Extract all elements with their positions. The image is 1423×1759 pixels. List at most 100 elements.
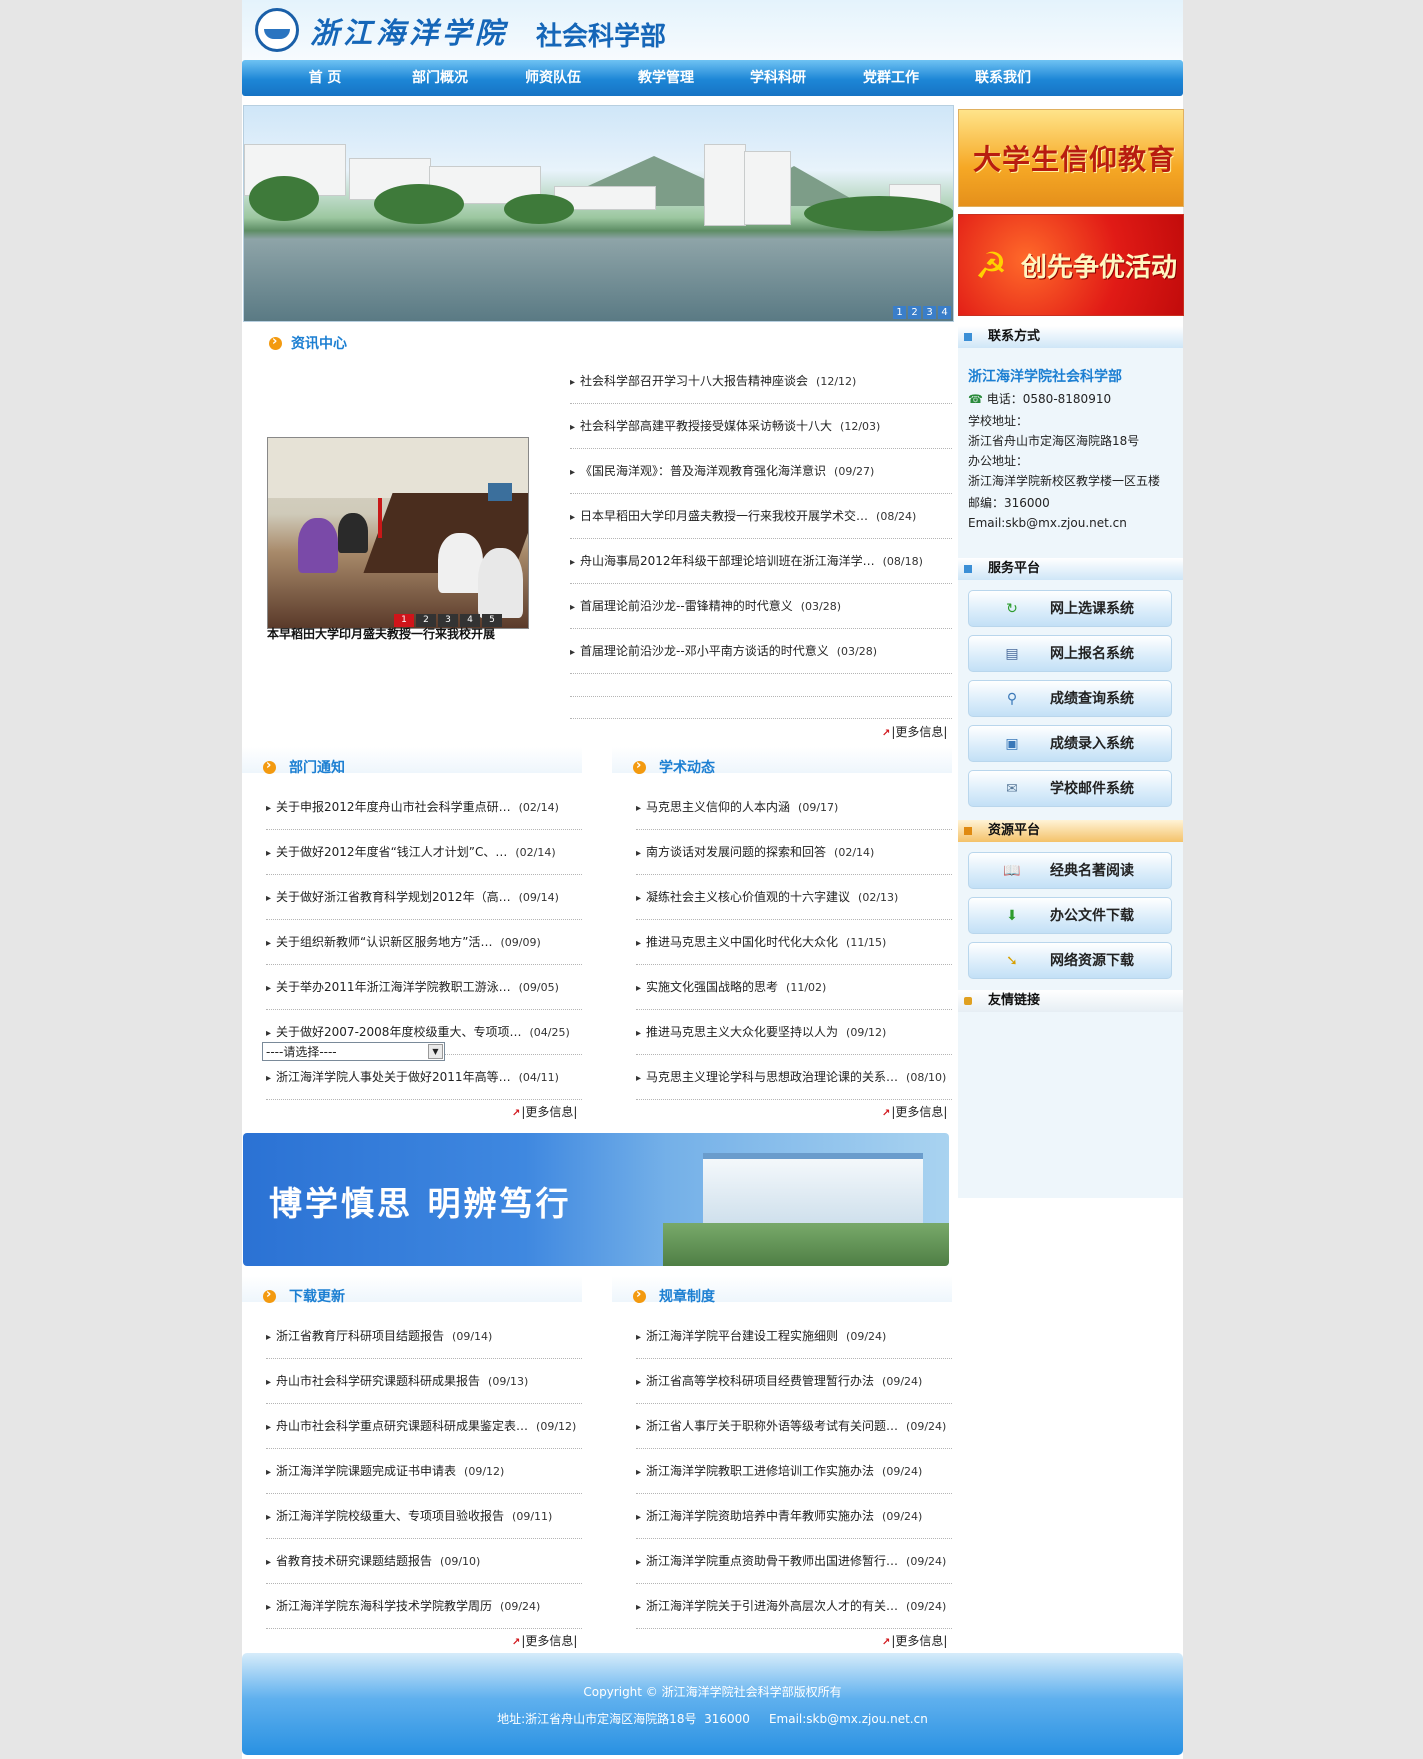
news-item[interactable]: 社会科学部高建平教授接受媒体采访畅谈十八大(12/03) bbox=[570, 404, 952, 449]
online-registration-button[interactable]: ▤ 网上报名系统 bbox=[968, 635, 1172, 672]
resources-header: 资源平台 bbox=[958, 820, 1183, 842]
rules-more-link[interactable]: |更多信息| bbox=[882, 1632, 947, 1649]
banner-page-3[interactable]: 3 bbox=[923, 306, 936, 319]
arrow-icon: ➘ bbox=[1006, 953, 1018, 969]
site-footer: Copyright © 浙江海洋学院社会科学部版权所有 地址:浙江省舟山市定海区… bbox=[242, 1653, 1183, 1755]
news-photo-page-4[interactable]: 4 bbox=[460, 614, 480, 627]
course-selection-button[interactable]: ↻ 网上选课系统 bbox=[968, 590, 1172, 627]
notice-item[interactable]: 关于做好浙江省教育科学规划2012年（高…(09/14) bbox=[266, 875, 582, 920]
contact-office-addr: 浙江海洋学院新校区教学楼一区五楼 bbox=[968, 474, 1161, 488]
download-item[interactable]: 省教育技术研究课题结题报告(09/10) bbox=[266, 1539, 582, 1584]
rule-item[interactable]: 浙江海洋学院资助培养中青年教师实施办法(09/24) bbox=[636, 1494, 952, 1539]
academic-item[interactable]: 马克思主义信仰的人本内涵(09/17) bbox=[636, 785, 952, 830]
academic-item[interactable]: 推进马克思主义中国化时代化大众化(11/15) bbox=[636, 920, 952, 965]
services-title: 服务平台 bbox=[988, 561, 1041, 576]
news-item[interactable]: 日本早稻田大学印月盛夫教授一行来我校开展学术交…(08/24) bbox=[570, 494, 952, 539]
download-item[interactable]: 浙江海洋学院东海科学技术学院教学周历(09/24) bbox=[266, 1584, 582, 1629]
school-mail-button[interactable]: ✉ 学校邮件系统 bbox=[968, 770, 1172, 807]
main-nav: 首 页 部门概况 师资队伍 教学管理 学科科研 党群工作 联系我们 bbox=[242, 60, 1183, 96]
rule-item[interactable]: 浙江省高等学校科研项目经费管理暂行办法(09/24) bbox=[636, 1359, 952, 1404]
links-title: 友情链接 bbox=[988, 993, 1041, 1008]
banner-page-1[interactable]: 1 bbox=[893, 306, 906, 319]
promo-faith-education[interactable]: 大学生信仰教育 bbox=[958, 109, 1184, 207]
notice-item[interactable]: 关于做好2012年度省“钱江人才计划”C、…(02/14) bbox=[266, 830, 582, 875]
nav-contact[interactable]: 联系我们 bbox=[948, 60, 1058, 96]
rule-item[interactable]: 浙江海洋学院重点资助骨干教师出国进修暂行…(09/24) bbox=[636, 1539, 952, 1584]
news-photo-page-3[interactable]: 3 bbox=[438, 614, 458, 627]
downloads-more-link[interactable]: |更多信息| bbox=[512, 1632, 577, 1649]
academic-item[interactable]: 凝练社会主义核心价值观的十六字建议(02/13) bbox=[636, 875, 952, 920]
news-photo-page-5[interactable]: 5 bbox=[482, 614, 502, 627]
news-empty-row bbox=[570, 674, 952, 697]
notice-item[interactable]: 浙江海洋学院人事处关于做好2011年高等…(04/11) bbox=[266, 1055, 582, 1100]
news-item[interactable]: 首届理论前沿沙龙--雷锋精神的时代意义(03/28) bbox=[570, 584, 952, 629]
contact-phone: 电话：0580-8180910 bbox=[986, 392, 1112, 406]
news-photo[interactable] bbox=[267, 437, 529, 629]
download-item[interactable]: 舟山市社会科学研究课题科研成果报告(09/13) bbox=[266, 1359, 582, 1404]
square-bullet-icon bbox=[964, 333, 972, 341]
phone-icon: ☎ bbox=[968, 392, 983, 406]
contact-email[interactable]: Email:skb@mx.zjou.net.cn bbox=[968, 516, 1127, 530]
contact-postcode: 邮编：316000 bbox=[968, 496, 1050, 510]
links-bullet-icon bbox=[964, 997, 972, 1005]
friendly-links-select[interactable]: ----请选择---- ▼ bbox=[262, 1042, 445, 1061]
academic-more-link[interactable]: |更多信息| bbox=[882, 1103, 947, 1120]
slogan-banner[interactable]: 博学慎思 明辨笃行 bbox=[243, 1133, 949, 1266]
news-photo-caption[interactable]: 本早稻田大学印月盛夫教授一行来我校开展 bbox=[267, 627, 529, 641]
banner-page-2[interactable]: 2 bbox=[908, 306, 921, 319]
campus-banner[interactable]: 1 2 3 4 bbox=[243, 105, 954, 322]
nav-dept-overview[interactable]: 部门概况 bbox=[385, 60, 495, 96]
download-item[interactable]: 舟山市社会科学重点研究课题科研成果鉴定表…(09/12) bbox=[266, 1404, 582, 1449]
footer-address: 地址:浙江省舟山市定海区海院路18号 316000 Email:skb@mx.z… bbox=[497, 1712, 928, 1726]
nav-faculty[interactable]: 师资队伍 bbox=[498, 60, 608, 96]
news-item[interactable]: 首届理论前沿沙龙--邓小平南方谈话的时代意义(03/28) bbox=[570, 629, 952, 674]
notices-more-link[interactable]: |更多信息| bbox=[512, 1103, 577, 1120]
rule-item[interactable]: 浙江海洋学院教职工进修培训工作实施办法(09/24) bbox=[636, 1449, 952, 1494]
news-item[interactable]: 社会科学部召开学习十八大报告精神座谈会(12/12) bbox=[570, 359, 952, 404]
rule-item[interactable]: 浙江省人事厅关于职称外语等级考试有关问题…(09/24) bbox=[636, 1404, 952, 1449]
grade-query-button[interactable]: ⚲ 成绩查询系统 bbox=[968, 680, 1172, 717]
nav-research[interactable]: 学科科研 bbox=[723, 60, 833, 96]
notice-item[interactable]: 关于举办2011年浙江海洋学院教职工游泳…(09/05) bbox=[266, 965, 582, 1010]
nav-teaching[interactable]: 教学管理 bbox=[611, 60, 721, 96]
hammer-sickle-icon: ☭ bbox=[975, 246, 1008, 287]
monitor-icon: ▣ bbox=[1005, 736, 1019, 752]
rule-item[interactable]: 浙江海洋学院平台建设工程实施细则(09/24) bbox=[636, 1314, 952, 1359]
school-logo[interactable] bbox=[255, 8, 299, 52]
grade-entry-button[interactable]: ▣ 成绩录入系统 bbox=[968, 725, 1172, 762]
form-icon: ▤ bbox=[1005, 646, 1019, 662]
news-item[interactable]: 舟山海事局2012年科级干部理论培训班在浙江海洋学…(08/18) bbox=[570, 539, 952, 584]
footer-copyright: Copyright © 浙江海洋学院社会科学部版权所有 bbox=[583, 1685, 842, 1699]
rule-item[interactable]: 浙江海洋学院关于引进海外高层次人才的有关…(09/24) bbox=[636, 1584, 952, 1629]
download-item[interactable]: 浙江海洋学院校级重大、专项项目验收报告(09/11) bbox=[266, 1494, 582, 1539]
chevron-down-icon[interactable]: ▼ bbox=[428, 1044, 443, 1059]
news-item[interactable]: 《国民海洋观》：普及海洋观教育强化海洋意识(09/27) bbox=[570, 449, 952, 494]
banner-page-4[interactable]: 4 bbox=[938, 306, 951, 319]
contact-office-addr-label: 办公地址： bbox=[968, 454, 1029, 468]
nav-home[interactable]: 首 页 bbox=[270, 60, 380, 96]
web-resources-download-button[interactable]: ➘ 网络资源下载 bbox=[968, 942, 1172, 979]
nav-party-work[interactable]: 党群工作 bbox=[836, 60, 946, 96]
school-name: 浙江海洋学院 bbox=[310, 16, 509, 50]
promo-faith-education-label: 大学生信仰教育 bbox=[973, 143, 1177, 176]
academic-item[interactable]: 马克思主义理论学科与思想政治理论课的关系…(08/10) bbox=[636, 1055, 952, 1100]
right-sidebar: 联系方式 浙江海洋学院社会科学部 ☎ 电话：0580-8180910 学校地址：… bbox=[958, 326, 1183, 1198]
academic-item[interactable]: 实施文化强国战略的思考(11/02) bbox=[636, 965, 952, 1010]
news-more-link[interactable]: |更多信息| bbox=[882, 723, 947, 740]
news-photo-page-1[interactable]: 1 bbox=[394, 614, 414, 627]
classics-reading-button[interactable]: 📖 经典名著阅读 bbox=[968, 852, 1172, 889]
section-bullet-icon bbox=[633, 758, 646, 774]
promo-excellence-campaign[interactable]: ☭ 创先争优活动 bbox=[958, 214, 1184, 316]
academic-item[interactable]: 南方谈话对发展问题的探索和回答(02/14) bbox=[636, 830, 952, 875]
news-photo-page-2[interactable]: 2 bbox=[416, 614, 436, 627]
office-files-download-button[interactable]: ⬇ 办公文件下载 bbox=[968, 897, 1172, 934]
notice-item[interactable]: 关于组织新教师“认识新区服务地方”活…(09/09) bbox=[266, 920, 582, 965]
links-header: 友情链接 bbox=[958, 990, 1183, 1012]
academic-item[interactable]: 推进马克思主义大众化要坚持以人为(09/12) bbox=[636, 1010, 952, 1055]
banner-pager: 1 2 3 4 bbox=[893, 306, 951, 319]
download-item[interactable]: 浙江海洋学院课题完成证书申请表(09/12) bbox=[266, 1449, 582, 1494]
contact-name: 浙江海洋学院社会科学部 bbox=[968, 369, 1122, 385]
friendly-links-selected: ----请选择---- bbox=[266, 1045, 337, 1059]
download-item[interactable]: 浙江省教育厅科研项目结题报告(09/14) bbox=[266, 1314, 582, 1359]
notice-item[interactable]: 关于申报2012年度舟山市社会科学重点研…(02/14) bbox=[266, 785, 582, 830]
